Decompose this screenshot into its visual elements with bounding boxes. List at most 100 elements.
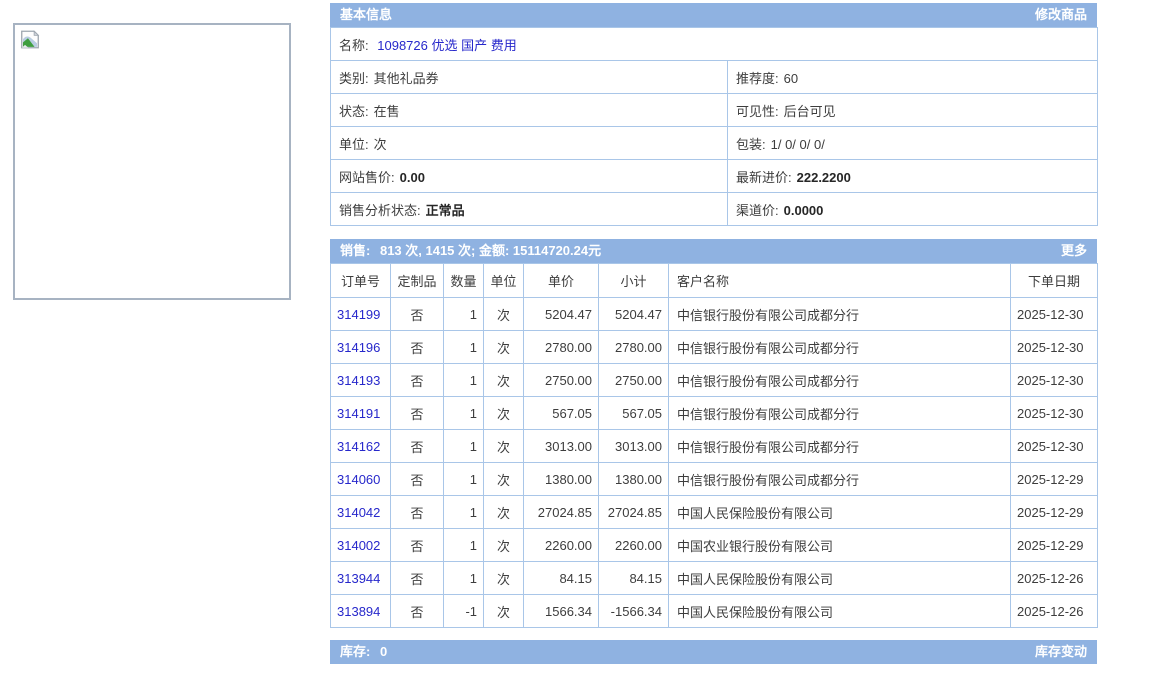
more-link[interactable]: 更多 (1061, 239, 1087, 263)
product-name-link[interactable]: 1098726 优选 国产 费用 (377, 38, 516, 53)
qty-cell: 1 (444, 397, 484, 430)
info-row: 类别:其他礼品券 推荐度:60 (331, 61, 1098, 94)
sales-col-header: 单位 (484, 264, 524, 298)
basic-info-header-bar: 基本信息 修改商品 (330, 3, 1097, 27)
basic-info-panel: 基本信息 修改商品 名称: 1098726 优选 国产 费用 类别:其他礼品券 … (330, 3, 1097, 226)
subtotal-cell: 27024.85 (599, 496, 669, 529)
field-value: 0.00 (400, 170, 425, 185)
customer-cell: 中国人民保险股份有限公司 (669, 562, 1011, 595)
subtotal-cell: 84.15 (599, 562, 669, 595)
sales-col-header: 下单日期 (1011, 264, 1098, 298)
info-cell: 单位:次 (331, 127, 728, 160)
order-link[interactable]: 314060 (337, 472, 380, 487)
sales-row: 314060 否 1 次 1380.00 1380.00 中信银行股份有限公司成… (331, 463, 1098, 496)
info-cell: 销售分析状态:正常品 (331, 193, 728, 226)
sales-row: 314191 否 1 次 567.05 567.05 中信银行股份有限公司成都分… (331, 397, 1098, 430)
sales-col-header: 单价 (524, 264, 599, 298)
custom-cell: 否 (391, 496, 444, 529)
customer-cell: 中信银行股份有限公司成都分行 (669, 364, 1011, 397)
info-row: 单位:次 包装: 1/ 0/ 0/ 0/ (331, 127, 1098, 160)
order-link[interactable]: 314196 (337, 340, 380, 355)
sales-table: 订单号定制品数量单位单价小计客户名称下单日期 314199 否 1 次 5204… (330, 263, 1098, 628)
customer-cell: 中国人民保险股份有限公司 (669, 595, 1011, 628)
info-cell: 渠道价:0.0000 (728, 193, 1098, 226)
price-cell: 2780.00 (524, 331, 599, 364)
field-label: 可见性: (736, 104, 779, 119)
order-link[interactable]: 313944 (337, 571, 380, 586)
broken-image-icon (20, 30, 284, 49)
order-link[interactable]: 314193 (337, 373, 380, 388)
order-cell: 314191 (331, 397, 391, 430)
product-image-placeholder (13, 23, 291, 300)
customer-cell: 中信银行股份有限公司成都分行 (669, 430, 1011, 463)
field-value: 1/ 0/ 0/ 0/ (771, 137, 825, 152)
order-link[interactable]: 313894 (337, 604, 380, 619)
edit-product-link[interactable]: 修改商品 (1035, 3, 1087, 27)
sales-col-header: 客户名称 (669, 264, 1011, 298)
order-link[interactable]: 314042 (337, 505, 380, 520)
price-cell: 1380.00 (524, 463, 599, 496)
inventory-change-link[interactable]: 库存变动 (1035, 640, 1087, 664)
info-cell: 最新进价:222.2200 (728, 160, 1098, 193)
price-cell: 1566.34 (524, 595, 599, 628)
subtotal-cell: 5204.47 (599, 298, 669, 331)
sales-col-header: 小计 (599, 264, 669, 298)
price-cell: 2260.00 (524, 529, 599, 562)
sales-row: 314196 否 1 次 2780.00 2780.00 中信银行股份有限公司成… (331, 331, 1098, 364)
sales-row: 314199 否 1 次 5204.47 5204.47 中信银行股份有限公司成… (331, 298, 1098, 331)
unit-cell: 次 (484, 430, 524, 463)
custom-cell: 否 (391, 331, 444, 364)
order-link[interactable]: 314162 (337, 439, 380, 454)
qty-cell: 1 (444, 364, 484, 397)
sales-row: 314042 否 1 次 27024.85 27024.85 中国人民保险股份有… (331, 496, 1098, 529)
custom-cell: 否 (391, 397, 444, 430)
info-row: 销售分析状态:正常品 渠道价:0.0000 (331, 193, 1098, 226)
field-value: 在售 (374, 104, 400, 119)
order-link[interactable]: 314191 (337, 406, 380, 421)
field-label: 推荐度: (736, 71, 779, 86)
product-name-row: 名称: 1098726 优选 国产 费用 (331, 28, 1098, 61)
qty-cell: 1 (444, 430, 484, 463)
customer-cell: 中信银行股份有限公司成都分行 (669, 331, 1011, 364)
info-cell: 包装: 1/ 0/ 0/ 0/ (728, 127, 1098, 160)
price-cell: 567.05 (524, 397, 599, 430)
unit-cell: 次 (484, 463, 524, 496)
subtotal-cell: 2750.00 (599, 364, 669, 397)
order-link[interactable]: 314002 (337, 538, 380, 553)
sales-panel: 销售: 813 次, 1415 次; 金额: 15114720.24元 更多 订… (330, 239, 1097, 628)
inventory-bar: 库存: 0 库存变动 (330, 640, 1097, 664)
custom-cell: 否 (391, 430, 444, 463)
qty-cell: 1 (444, 463, 484, 496)
sales-col-header: 数量 (444, 264, 484, 298)
price-cell: 2750.00 (524, 364, 599, 397)
field-label: 网站售价: (339, 170, 395, 185)
subtotal-cell: -1566.34 (599, 595, 669, 628)
qty-cell: 1 (444, 529, 484, 562)
info-cell: 可见性:后台可见 (728, 94, 1098, 127)
order-cell: 313944 (331, 562, 391, 595)
date-cell: 2025-12-29 (1011, 529, 1098, 562)
customer-cell: 中信银行股份有限公司成都分行 (669, 463, 1011, 496)
info-cell: 网站售价: 0.00 (331, 160, 728, 193)
price-cell: 84.15 (524, 562, 599, 595)
customer-cell: 中国人民保险股份有限公司 (669, 496, 1011, 529)
sales-row: 313944 否 1 次 84.15 84.15 中国人民保险股份有限公司 20… (331, 562, 1098, 595)
date-cell: 2025-12-29 (1011, 463, 1098, 496)
order-cell: 314060 (331, 463, 391, 496)
sales-col-header: 订单号 (331, 264, 391, 298)
sales-row: 314162 否 1 次 3013.00 3013.00 中信银行股份有限公司成… (331, 430, 1098, 463)
order-cell: 314002 (331, 529, 391, 562)
content-column: 基本信息 修改商品 名称: 1098726 优选 国产 费用 类别:其他礼品券 … (330, 3, 1097, 664)
field-label: 销售分析状态: (339, 203, 421, 218)
field-value: 222.2200 (797, 170, 851, 185)
unit-cell: 次 (484, 331, 524, 364)
date-cell: 2025-12-26 (1011, 595, 1098, 628)
custom-cell: 否 (391, 364, 444, 397)
field-label: 包装: (736, 137, 766, 152)
order-link[interactable]: 314199 (337, 307, 380, 322)
price-cell: 3013.00 (524, 430, 599, 463)
custom-cell: 否 (391, 529, 444, 562)
info-row: 网站售价: 0.00 最新进价:222.2200 (331, 160, 1098, 193)
unit-cell: 次 (484, 595, 524, 628)
sales-col-header: 定制品 (391, 264, 444, 298)
